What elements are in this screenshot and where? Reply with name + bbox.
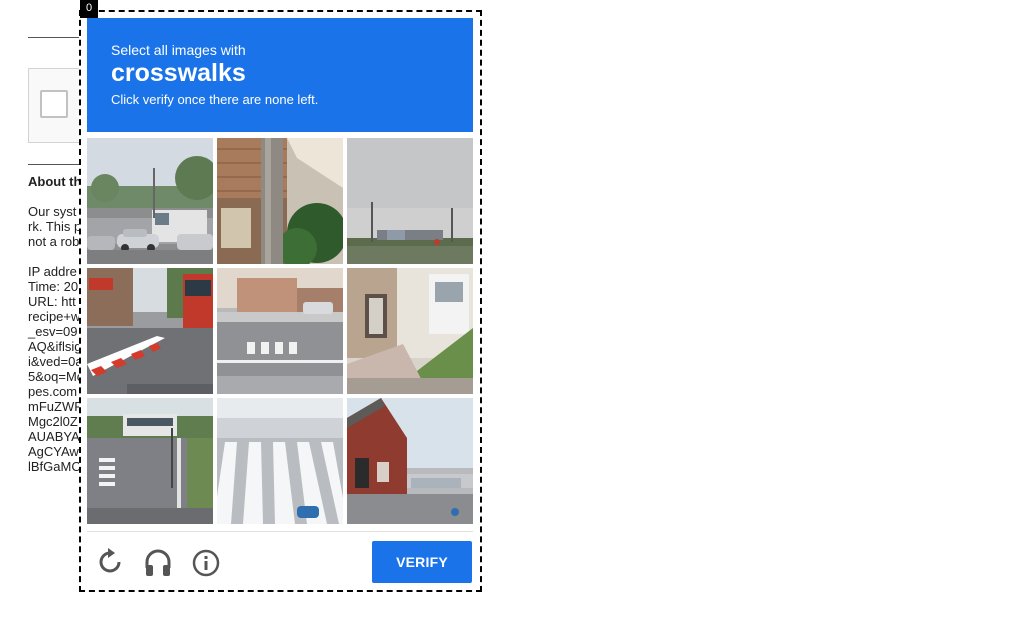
detail-line: IP addre: [28, 264, 77, 279]
challenge-header: Select all images with crosswalks Click …: [87, 18, 473, 132]
image-tile-9[interactable]: [347, 398, 473, 524]
recaptcha-checkbox[interactable]: [40, 90, 68, 118]
detail-line: 5&oq=Mo: [28, 369, 85, 384]
detail-line: _esv=09: [28, 324, 78, 339]
top-divider: [28, 37, 80, 38]
detail-line: Mgc2l0Z: [28, 414, 78, 429]
target-keyword: crosswalks: [111, 59, 246, 87]
image-tile-3[interactable]: [347, 138, 473, 264]
instruction-subtext: Click verify once there are none left.: [111, 92, 319, 107]
detail-line: recipe+w: [28, 309, 81, 324]
about-line: rk. This p: [28, 219, 82, 234]
reload-icon[interactable]: [94, 546, 126, 578]
verify-button[interactable]: Verify: [372, 541, 472, 583]
image-tile-5[interactable]: [217, 268, 343, 394]
image-tile-4[interactable]: [87, 268, 213, 394]
frame-index-badge: 0: [80, 0, 98, 18]
detail-line: mFuZWF: [28, 399, 83, 414]
detail-line: pes.com: [28, 384, 78, 399]
image-tile-7[interactable]: [87, 398, 213, 524]
request-details: IP addre Time: 20 URL: htt recipe+w _esv…: [28, 264, 84, 474]
about-line: not a rob: [28, 234, 80, 249]
detail-line: Time: 20: [28, 279, 79, 294]
detail-line: i&ved=0a: [28, 354, 83, 369]
section-divider: [28, 164, 80, 165]
about-paragraph: Our syst rk. This p not a rob: [28, 204, 81, 249]
image-tile-2[interactable]: [217, 138, 343, 264]
instruction-text: Select all images with: [111, 42, 246, 58]
detail-line: AUABYA: [28, 429, 80, 444]
about-heading: About th: [28, 174, 82, 189]
image-tile-8[interactable]: [217, 398, 343, 524]
image-tile-6[interactable]: [347, 268, 473, 394]
image-grid: [87, 138, 473, 524]
detail-line: AQ&iflsig: [28, 339, 82, 354]
info-icon[interactable]: [190, 546, 222, 578]
headphones-icon[interactable]: [142, 546, 174, 578]
footer-divider: [87, 531, 473, 532]
image-tile-1[interactable]: [87, 138, 213, 264]
detail-line: AgCYAw: [28, 444, 79, 459]
about-line: Our syst: [28, 204, 77, 219]
detail-line: URL: htt: [28, 294, 76, 309]
detail-line: lBfGaMC: [28, 459, 81, 474]
